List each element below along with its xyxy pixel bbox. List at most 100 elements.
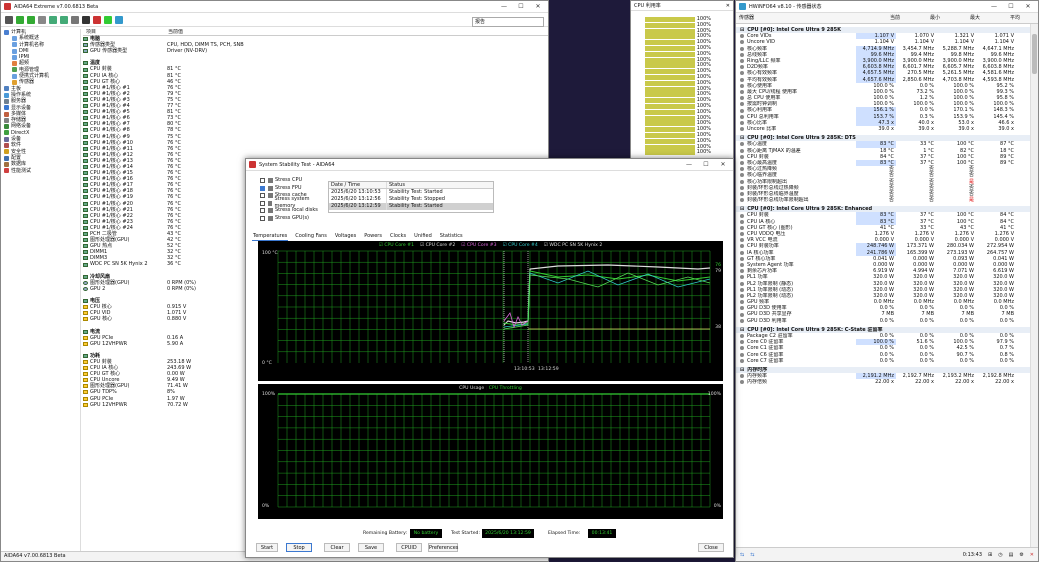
tab-temperatures[interactable]: Temperatures xyxy=(252,232,289,241)
tree-node-icon xyxy=(12,67,17,73)
maximize-icon[interactable]: ☐ xyxy=(702,161,710,168)
search-input[interactable]: 报告 xyxy=(472,17,544,27)
sensor-icon xyxy=(740,263,744,268)
network-icon[interactable]: ⊞ xyxy=(988,552,992,558)
refresh-icon[interactable] xyxy=(38,15,46,24)
navigation-tree[interactable]: 计算机 系统概述 计算机名称 DMI IPMI 超频 电源管理 便携式计算机 传感器 主板 操作系统… xyxy=(1,29,81,551)
log-row[interactable]: 2025/6/20 13:10:53 Stability Test: Starte… xyxy=(329,189,493,196)
maximize-icon[interactable]: ☐ xyxy=(1007,3,1015,10)
sensor-icon xyxy=(740,346,744,351)
sensor-icon xyxy=(740,161,744,166)
col-item[interactable]: 项目 xyxy=(83,29,165,35)
log-row[interactable]: 2025/6/20 13:12:56 Stability Test: Stoppe… xyxy=(329,196,493,203)
forward-icon[interactable] xyxy=(27,15,35,24)
close-icon[interactable]: ✕ xyxy=(726,3,730,9)
report-icon[interactable] xyxy=(49,15,57,24)
temp-time-1: 13:10:53 xyxy=(514,367,535,372)
test-log[interactable]: Date / Time Status 2025/6/20 13:10:53 Sta… xyxy=(328,181,494,213)
sensor-icon xyxy=(83,49,88,54)
tab-statistics[interactable]: Statistics xyxy=(439,232,464,241)
settings-icon[interactable]: ⚙ xyxy=(1019,552,1023,558)
stress-option[interactable]: Stress local disks xyxy=(260,207,328,215)
sensor-row[interactable]: 封装/环形总线功率限制超出 否 否 是 xyxy=(736,197,1030,203)
tab-voltages[interactable]: Voltages xyxy=(334,232,357,241)
tab-unified[interactable]: Unified xyxy=(413,232,433,241)
sensor-row[interactable]: Core C7 驻留率 0.0 % 0.0 % 0.0 % 0.0 % xyxy=(736,358,1030,364)
search-icon[interactable] xyxy=(115,15,123,24)
stress-option[interactable]: Stress CPU xyxy=(260,177,328,185)
tab-cooling-fans[interactable]: Cooling Fans xyxy=(294,232,328,241)
sensor-icon xyxy=(740,114,744,119)
cpu-core-bar xyxy=(645,80,695,86)
tree-node[interactable]: 性能测试 xyxy=(1,168,80,174)
clock-icon[interactable]: ◷ xyxy=(998,552,1002,558)
report-icon[interactable]: ▤ xyxy=(1009,552,1014,558)
minimize-icon[interactable]: — xyxy=(500,3,508,10)
sensor-icon xyxy=(83,140,88,145)
sensor-icon xyxy=(740,250,744,255)
checkbox[interactable] xyxy=(260,193,265,199)
hwinfo-sensor-list[interactable]: ⊟ CPU [#0]: Intel Core Ultra 9 285K Core V… xyxy=(736,24,1030,547)
sensor-icon xyxy=(740,127,744,132)
minimize-icon[interactable]: — xyxy=(990,3,998,10)
checkbox[interactable] xyxy=(260,200,265,206)
preferences-button[interactable]: Preferences xyxy=(428,543,458,552)
hwinfo-scrollbar[interactable] xyxy=(1030,24,1038,547)
cpu-core-bar xyxy=(645,75,695,80)
checkbox[interactable] xyxy=(260,185,265,191)
stress-option[interactable]: Stress system memory xyxy=(260,196,328,209)
check-icon[interactable] xyxy=(104,15,112,24)
sensor-row[interactable]: 内存倍频 22.00 x 22.00 x 22.00 x 22.00 x xyxy=(736,379,1030,385)
col-max[interactable]: 最大 xyxy=(940,13,980,23)
tab-clocks[interactable]: Clocks xyxy=(389,232,407,241)
sensor-row[interactable]: GPU D3D 利用率 0.0 % 0.0 % 0.0 % 0.0 % xyxy=(736,318,1030,324)
clear-button[interactable]: Clear xyxy=(324,543,350,552)
save-button[interactable]: Save xyxy=(358,543,384,552)
col-value[interactable]: 当前值 xyxy=(165,29,183,35)
log-row[interactable]: 2025/6/20 13:12:59 Stability Test: Starte… xyxy=(329,203,493,210)
tree-node-icon xyxy=(4,124,9,130)
nav-right-icon[interactable]: ⇆ xyxy=(750,552,754,558)
minimize-icon[interactable]: — xyxy=(685,161,693,168)
close-icon[interactable]: ✕ xyxy=(1024,3,1032,10)
stop-button[interactable]: Stop xyxy=(286,543,312,552)
temp-time-2: 13:12:59 xyxy=(538,367,559,372)
stability-icon[interactable] xyxy=(93,15,101,24)
cpu-usage-titlebar[interactable]: CPU 利用率 ✕ xyxy=(631,1,733,11)
stress-option[interactable]: Stress GPU(s) xyxy=(260,215,328,223)
tab-powers[interactable]: Powers xyxy=(363,232,383,241)
sensor-icon xyxy=(740,334,744,339)
sensor-icon xyxy=(83,384,88,389)
close-icon[interactable]: ✕ xyxy=(719,161,727,168)
col-sensor[interactable]: 传感器 xyxy=(736,13,860,23)
col-avg[interactable]: 平均 xyxy=(980,13,1020,23)
nav-left-icon[interactable]: ⇆ xyxy=(740,552,744,558)
sensor-icon xyxy=(83,341,88,346)
benchmark-icon[interactable] xyxy=(60,15,68,24)
close-button[interactable]: Close xyxy=(698,543,724,552)
close-icon[interactable]: ✕ xyxy=(1030,552,1034,558)
close-icon[interactable]: ✕ xyxy=(534,3,542,10)
cpuid-button[interactable]: CPUID xyxy=(396,543,422,552)
checkbox[interactable] xyxy=(260,208,265,214)
start-button[interactable]: Start xyxy=(256,543,278,552)
sensor-icon xyxy=(740,275,744,280)
hwinfo-titlebar[interactable]: HWiNFO64 v8.10 - 传感器状态 — ☐ ✕ xyxy=(736,1,1038,13)
maximize-icon[interactable]: ☐ xyxy=(517,3,525,10)
checkbox[interactable] xyxy=(260,215,265,221)
cpu-core-bar xyxy=(645,17,695,22)
col-min[interactable]: 最小 xyxy=(900,13,940,23)
checkbox[interactable] xyxy=(260,178,265,184)
tree-node-icon xyxy=(4,130,9,136)
sensor-icon xyxy=(83,335,88,340)
stress-option[interactable]: Stress FPU xyxy=(260,185,328,193)
memory-icon[interactable] xyxy=(71,15,79,24)
back-icon[interactable] xyxy=(16,15,24,24)
stability-titlebar[interactable]: System Stability Test - AIDA64 — ☐ ✕ xyxy=(246,159,733,171)
aida64-titlebar[interactable]: AIDA64 Extreme v7.00.6813 Beta — ☐ ✕ xyxy=(1,1,548,13)
col-current[interactable]: 当前 xyxy=(860,13,900,23)
menu-icon[interactable] xyxy=(5,15,13,24)
cpuid-icon[interactable] xyxy=(82,15,90,24)
sensor-row[interactable]: Uncore 比率 39.0 x 39.0 x 39.0 x 39.0 x xyxy=(736,126,1030,132)
cpu-usage-title: CPU 利用率 xyxy=(634,3,661,9)
